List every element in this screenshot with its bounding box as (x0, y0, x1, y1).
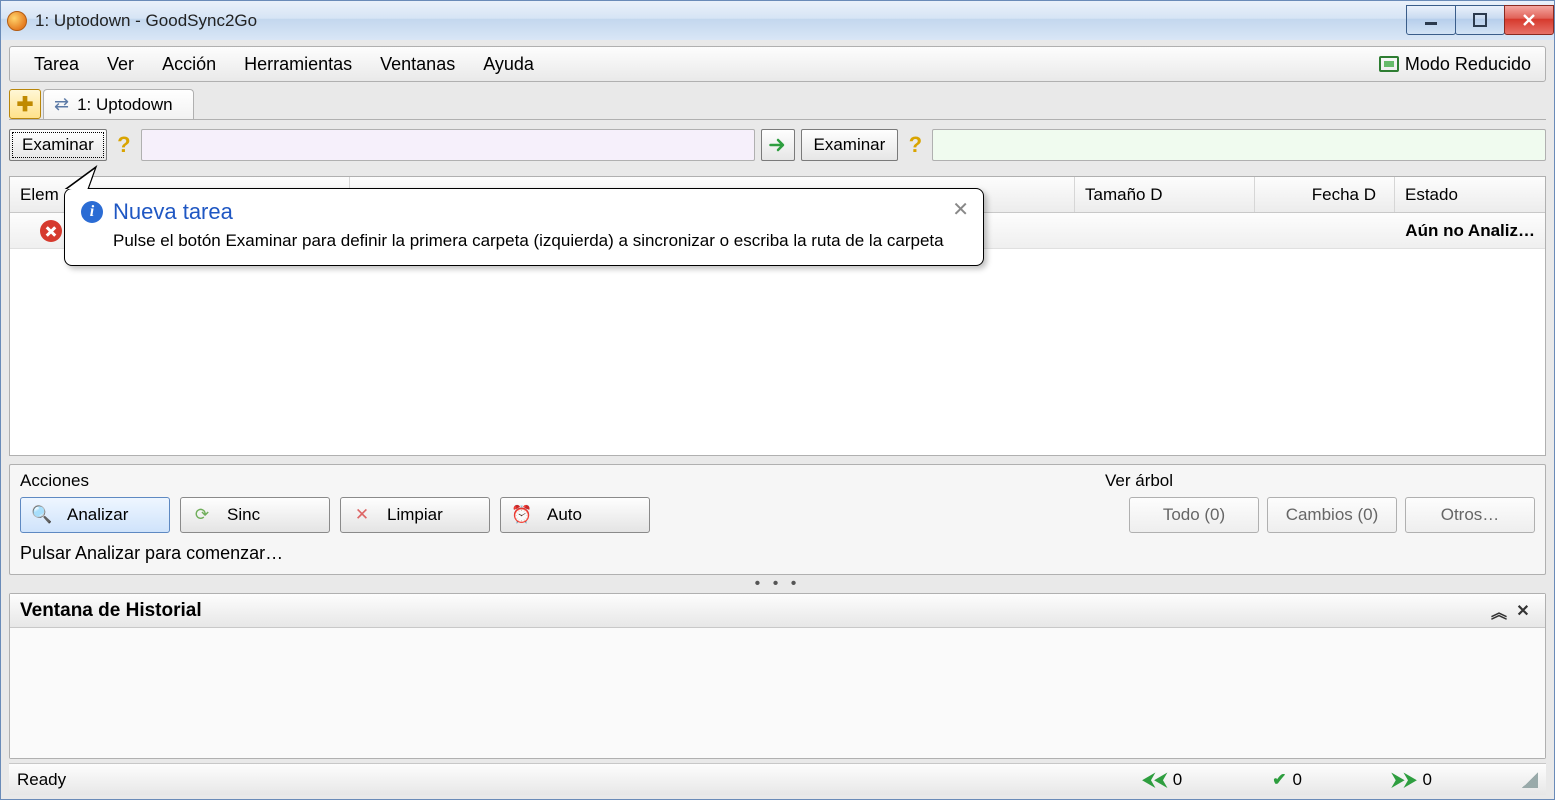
resize-grip[interactable] (1522, 772, 1538, 788)
sync-arrows-icon: ⇄ (54, 94, 69, 115)
history-body (10, 628, 1545, 758)
reduced-mode-label: Modo Reducido (1405, 54, 1531, 75)
menu-accion[interactable]: Acción (148, 50, 230, 79)
statusbar: Ready ⮜⮜ 0 ✔ 0 ⮞⮞ 0 (9, 763, 1546, 795)
sync-button[interactable]: ⟳ Sinc (180, 497, 330, 533)
tooltip-body: Pulse el botón Examinar para definir la … (113, 231, 967, 251)
job-tab[interactable]: ⇄ 1: Uptodown (43, 89, 194, 119)
history-collapse-icon[interactable]: ︽ (1487, 599, 1511, 623)
plus-icon: ✚ (17, 92, 34, 117)
browse-right-button[interactable]: Examinar (801, 129, 899, 161)
hint-text: Pulsar Analizar para comenzar… (20, 543, 1535, 564)
right-folder-input[interactable] (932, 129, 1546, 161)
tree-label: Ver árbol (1105, 471, 1535, 491)
clean-label: Limpiar (387, 505, 443, 525)
tooltip-close-icon[interactable]: ✕ (952, 197, 969, 222)
window-title: 1: Uptodown - GoodSync2Go (35, 11, 257, 31)
menu-ver[interactable]: Ver (93, 50, 148, 79)
folder-path-row: Examinar ? Examinar ? (9, 126, 1546, 164)
help-left-icon[interactable]: ? (113, 132, 135, 158)
error-icon (40, 220, 62, 242)
magnifier-icon: 🔍 (31, 504, 53, 526)
tree-all-button[interactable]: Todo (0) (1129, 497, 1259, 533)
maximize-button[interactable] (1455, 5, 1505, 35)
tooltip-title: Nueva tarea (113, 199, 233, 225)
col-state[interactable]: Estado (1395, 177, 1545, 212)
x-icon: ✕ (351, 504, 373, 526)
auto-label: Auto (547, 505, 582, 525)
col-date-d[interactable]: Fecha D (1255, 177, 1395, 212)
sync-label: Sinc (227, 505, 260, 525)
refresh-icon: ⟳ (191, 504, 213, 526)
menu-ayuda[interactable]: Ayuda (469, 50, 548, 79)
analyze-button[interactable]: 🔍 Analizar (20, 497, 170, 533)
menu-ventanas[interactable]: Ventanas (366, 50, 469, 79)
status-left-count: ⮜⮜ 0 (1143, 770, 1183, 790)
job-tab-label: 1: Uptodown (77, 95, 172, 115)
titlebar: 1: Uptodown - GoodSync2Go (0, 0, 1555, 40)
menubar: Tarea Ver Acción Herramientas Ventanas A… (9, 46, 1546, 82)
actions-label: Acciones (20, 471, 1045, 491)
status-ready: Ready (17, 770, 66, 790)
left-folder-input[interactable] (141, 129, 755, 161)
history-close-icon[interactable]: ✕ (1511, 601, 1535, 621)
job-tabbar: ✚ ⇄ 1: Uptodown (9, 86, 1546, 120)
tree-others-button[interactable]: Otros… (1405, 497, 1535, 533)
history-title: Ventana de Historial (20, 600, 202, 622)
col-size-d[interactable]: Tamaño D (1075, 177, 1255, 212)
actions-panel: Acciones 🔍 Analizar ⟳ Sinc ✕ Limpiar (9, 464, 1546, 575)
status-ok-count: ✔ 0 (1272, 770, 1302, 790)
splitter-handle[interactable]: • • • (9, 575, 1546, 593)
window-client-area: Tarea Ver Acción Herramientas Ventanas A… (0, 40, 1555, 800)
row-status-text: Aún no Analiz… (1405, 221, 1535, 241)
tree-changes-button[interactable]: Cambios (0) (1267, 497, 1397, 533)
help-right-icon[interactable]: ? (904, 132, 926, 158)
history-header: Ventana de Historial ︽ ✕ (10, 594, 1545, 628)
close-button[interactable] (1504, 5, 1554, 35)
analyze-label: Analizar (67, 505, 128, 525)
browse-left-button[interactable]: Examinar (9, 129, 107, 161)
sync-direction-button[interactable] (761, 129, 795, 161)
arrows-right-icon: ⮞⮞ (1392, 770, 1417, 790)
app-icon (7, 11, 27, 31)
history-panel: Ventana de Historial ︽ ✕ (9, 593, 1546, 759)
minimize-button[interactable] (1406, 5, 1456, 35)
window-controls (1407, 6, 1554, 35)
menu-tarea[interactable]: Tarea (20, 50, 93, 79)
auto-button[interactable]: ⏰ Auto (500, 497, 650, 533)
status-right-count: ⮞⮞ 0 (1392, 770, 1432, 790)
new-task-tooltip: ✕ i Nueva tarea Pulse el botón Examinar … (64, 188, 984, 266)
info-icon: i (81, 201, 103, 223)
reduced-mode-toggle[interactable]: Modo Reducido (1379, 54, 1535, 75)
monitor-icon (1379, 56, 1399, 72)
clean-button[interactable]: ✕ Limpiar (340, 497, 490, 533)
arrows-left-icon: ⮜⮜ (1143, 770, 1167, 790)
clock-icon: ⏰ (511, 504, 533, 526)
menu-herramientas[interactable]: Herramientas (230, 50, 366, 79)
add-job-button[interactable]: ✚ (9, 89, 41, 119)
check-icon: ✔ (1272, 770, 1286, 790)
